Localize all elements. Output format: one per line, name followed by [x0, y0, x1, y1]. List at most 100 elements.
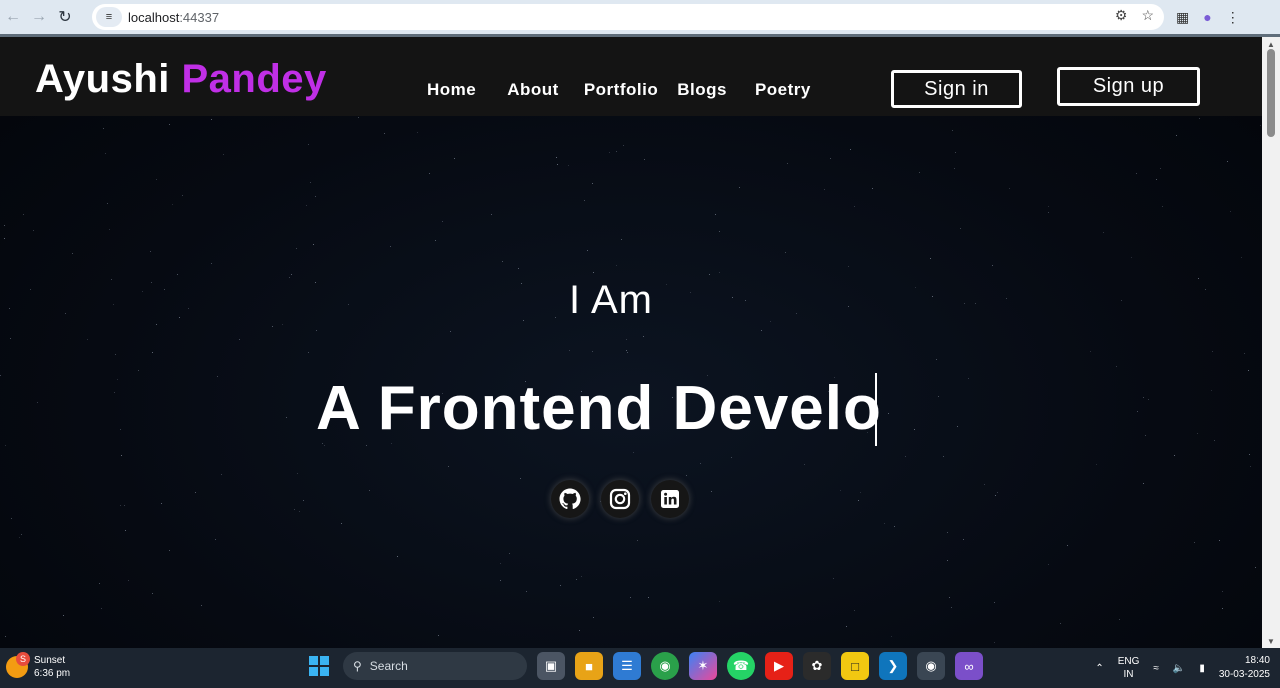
- star: [718, 271, 720, 273]
- menu-icon[interactable]: ⋮: [1226, 9, 1240, 26]
- main-nav: Home About Portfolio Blogs Poetry: [427, 80, 811, 100]
- forward-icon[interactable]: →: [26, 4, 52, 30]
- notepad-icon[interactable]: ☰: [613, 652, 641, 680]
- instagram-link[interactable]: [601, 480, 639, 518]
- star: [1173, 454, 1175, 456]
- clock[interactable]: 18:40 30-03-2025: [1219, 654, 1270, 682]
- star: [644, 158, 646, 160]
- star: [857, 499, 859, 501]
- star: [1009, 188, 1011, 190]
- task-view-icon[interactable]: ▣: [537, 652, 565, 680]
- wifi-icon[interactable]: ≈: [1153, 663, 1159, 674]
- site-info-icon[interactable]: ≡: [96, 7, 122, 27]
- url-text[interactable]: localhost:44337: [128, 10, 219, 25]
- site-logo[interactable]: Ayushi Pandey: [35, 57, 327, 102]
- star: [103, 128, 105, 130]
- hero-intro: I Am: [568, 278, 654, 322]
- github-icon: [559, 488, 581, 510]
- sign-in-button[interactable]: Sign in: [891, 70, 1022, 108]
- star: [223, 154, 225, 156]
- star: [560, 584, 562, 586]
- star: [306, 205, 308, 207]
- visual-studio-icon[interactable]: ∞: [955, 652, 983, 680]
- star: [685, 475, 687, 477]
- translate-icon[interactable]: ⚙: [1115, 7, 1128, 24]
- file-explorer-icon[interactable]: ■: [575, 652, 603, 680]
- star: [194, 491, 196, 493]
- nav-blogs[interactable]: Blogs: [677, 80, 727, 100]
- star: [637, 540, 639, 542]
- scroll-down-arrow-icon[interactable]: ▼: [1262, 634, 1280, 648]
- taskbar-search[interactable]: ⚲ Search: [343, 652, 527, 680]
- chrome-icon[interactable]: ◉: [651, 652, 679, 680]
- page-scrollbar[interactable]: ▲ ▼: [1262, 37, 1280, 648]
- star: [1221, 590, 1223, 592]
- lang-region: IN: [1123, 669, 1134, 680]
- scroll-thumb[interactable]: [1267, 49, 1275, 137]
- star: [120, 505, 122, 507]
- star: [884, 522, 886, 524]
- star: [952, 130, 954, 132]
- star: [951, 607, 953, 608]
- address-bar[interactable]: ≡ localhost:44337 ⚙ ☆: [92, 4, 1164, 30]
- star: [309, 181, 311, 183]
- star: [730, 457, 732, 459]
- profile-icon[interactable]: ●: [1203, 9, 1211, 25]
- volume-icon[interactable]: 🔈: [1173, 663, 1185, 674]
- github-link[interactable]: [551, 480, 589, 518]
- reload-icon[interactable]: ↻: [52, 4, 78, 30]
- star: [201, 604, 203, 606]
- chrome-active-icon[interactable]: ◉: [917, 652, 945, 680]
- windows-start-icon[interactable]: [305, 652, 333, 680]
- star: [120, 454, 122, 456]
- copilot-icon[interactable]: ✶: [689, 652, 717, 680]
- star: [904, 455, 906, 457]
- star: [1197, 432, 1199, 434]
- star: [1096, 463, 1098, 465]
- nav-home[interactable]: Home: [427, 80, 476, 100]
- weather-widget[interactable]: S Sunset 6:36 pm: [6, 652, 70, 680]
- nav-portfolio[interactable]: Portfolio: [584, 80, 658, 100]
- star: [995, 495, 997, 496]
- nav-poetry[interactable]: Poetry: [755, 80, 811, 100]
- star: [626, 339, 628, 341]
- sun-icon: S: [6, 652, 30, 678]
- whatsapp-icon[interactable]: ☎: [727, 652, 755, 680]
- sticky-notes-icon[interactable]: □: [841, 652, 869, 680]
- back-icon[interactable]: ←: [0, 4, 26, 30]
- star: [785, 251, 787, 253]
- search-label: Search: [369, 659, 408, 673]
- star: [993, 601, 995, 603]
- star: [700, 462, 702, 464]
- star: [833, 577, 835, 579]
- star: [592, 616, 594, 618]
- star: [21, 533, 23, 535]
- chevron-up-icon[interactable]: ⌃: [1095, 663, 1103, 674]
- star: [1249, 466, 1251, 468]
- extensions-icon[interactable]: ▦: [1176, 9, 1189, 26]
- url-host: localhost: [128, 9, 180, 25]
- language-indicator[interactable]: ENG IN: [1118, 655, 1140, 681]
- star: [22, 213, 24, 215]
- star: [293, 509, 295, 511]
- star: [302, 499, 304, 501]
- star: [1229, 211, 1231, 213]
- sign-up-button[interactable]: Sign up: [1057, 67, 1200, 106]
- bookmark-star-icon[interactable]: ☆: [1141, 7, 1154, 24]
- nav-about[interactable]: About: [507, 80, 559, 100]
- youtube-icon[interactable]: ▶: [765, 652, 793, 680]
- linkedin-link[interactable]: [651, 480, 689, 518]
- star: [0, 375, 2, 377]
- star: [984, 484, 986, 486]
- star: [214, 538, 216, 540]
- star: [946, 559, 948, 561]
- os-taskbar: S Sunset 6:36 pm ⚲ Search ▣ ■ ☰ ◉ ✶ ☎ ▶ …: [0, 648, 1280, 688]
- battery-icon[interactable]: ▮: [1199, 663, 1205, 674]
- chatgpt-icon[interactable]: ✿: [803, 652, 831, 680]
- vscode-icon[interactable]: ❯: [879, 652, 907, 680]
- star: [168, 123, 170, 125]
- star: [4, 237, 6, 239]
- star: [1193, 542, 1195, 544]
- star: [1102, 231, 1104, 233]
- star: [591, 183, 593, 185]
